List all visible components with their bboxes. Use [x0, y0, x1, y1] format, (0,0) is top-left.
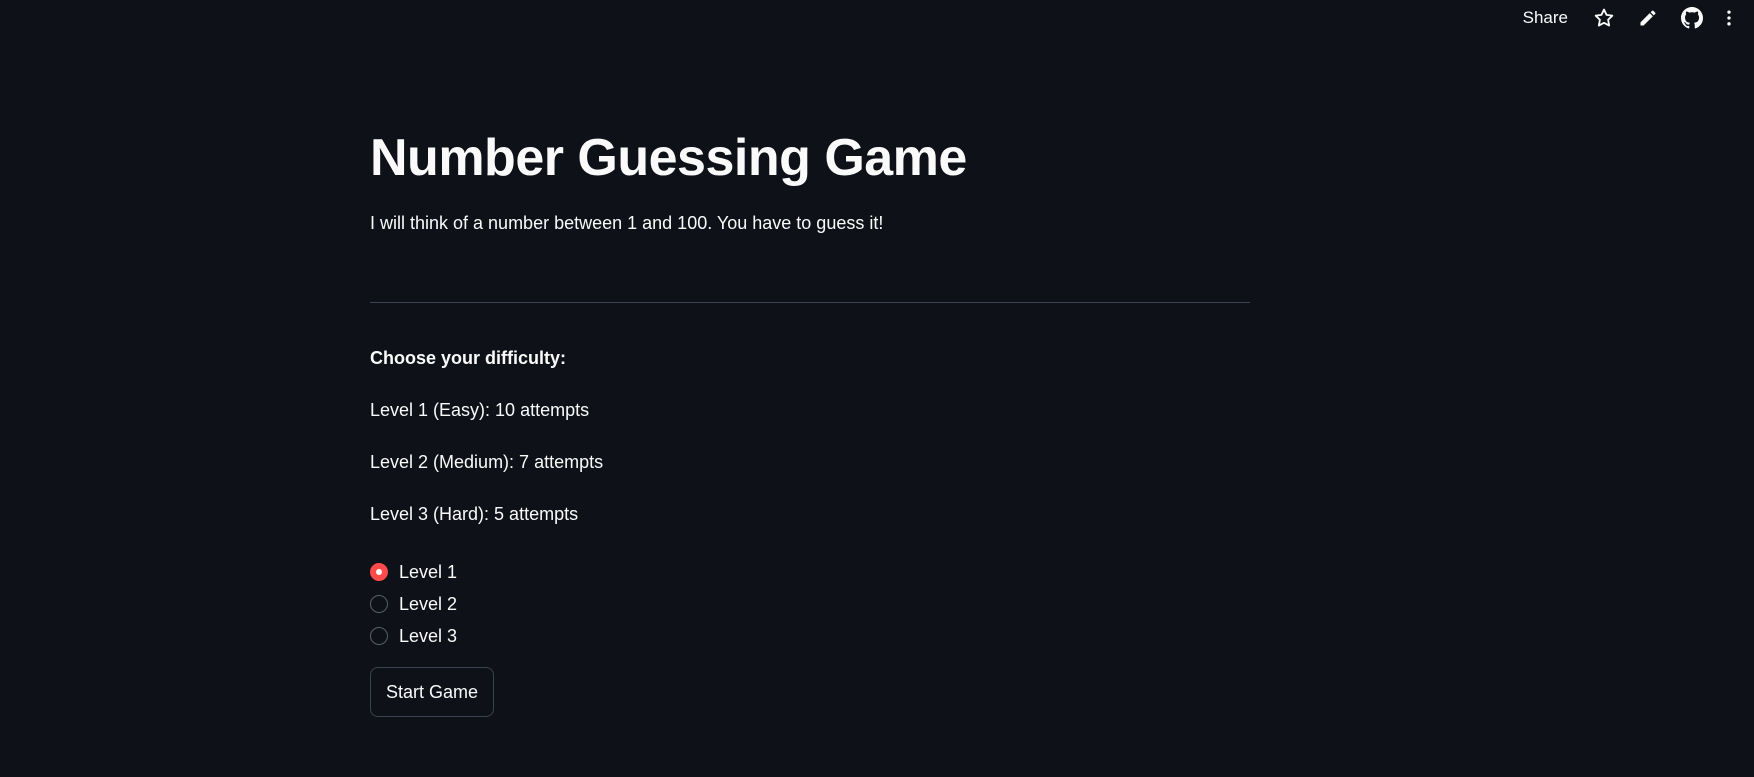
top-toolbar: Share — [1509, 0, 1754, 36]
radio-button-checked[interactable] — [370, 563, 388, 581]
share-button[interactable]: Share — [1509, 8, 1582, 28]
radio-option-level-3[interactable]: Level 3 — [370, 620, 457, 652]
edit-button[interactable] — [1626, 0, 1670, 36]
radio-label-level-2: Level 2 — [399, 593, 458, 614]
difficulty-radio-group: Level 1 Level 2 Level 3 — [370, 556, 457, 652]
page-title: Number Guessing Game — [370, 129, 967, 187]
intro-text: I will think of a number between 1 and 1… — [370, 213, 884, 233]
github-icon — [1681, 7, 1703, 29]
level-3-info: Level 3 (Hard): 5 attempts — [370, 504, 579, 524]
more-vertical-icon — [1727, 10, 1731, 26]
level-2-info: Level 2 (Medium): 7 attempts — [370, 452, 604, 472]
radio-option-level-2[interactable]: Level 2 — [370, 588, 457, 620]
difficulty-heading: Choose your difficulty: — [370, 348, 567, 368]
more-menu-button[interactable] — [1714, 0, 1744, 36]
github-button[interactable] — [1670, 0, 1714, 36]
radio-label-level-1: Level 1 — [399, 561, 458, 582]
radio-button[interactable] — [370, 595, 388, 613]
start-game-button[interactable]: Start Game — [370, 667, 495, 717]
radio-option-level-1[interactable]: Level 1 — [370, 556, 457, 588]
pencil-icon — [1640, 10, 1656, 26]
radio-button[interactable] — [370, 627, 388, 645]
level-1-info: Level 1 (Easy): 10 attempts — [370, 400, 590, 420]
star-button[interactable] — [1582, 0, 1626, 36]
radio-label-level-3: Level 3 — [399, 625, 458, 646]
star-icon — [1594, 8, 1614, 27]
divider — [370, 302, 1250, 303]
